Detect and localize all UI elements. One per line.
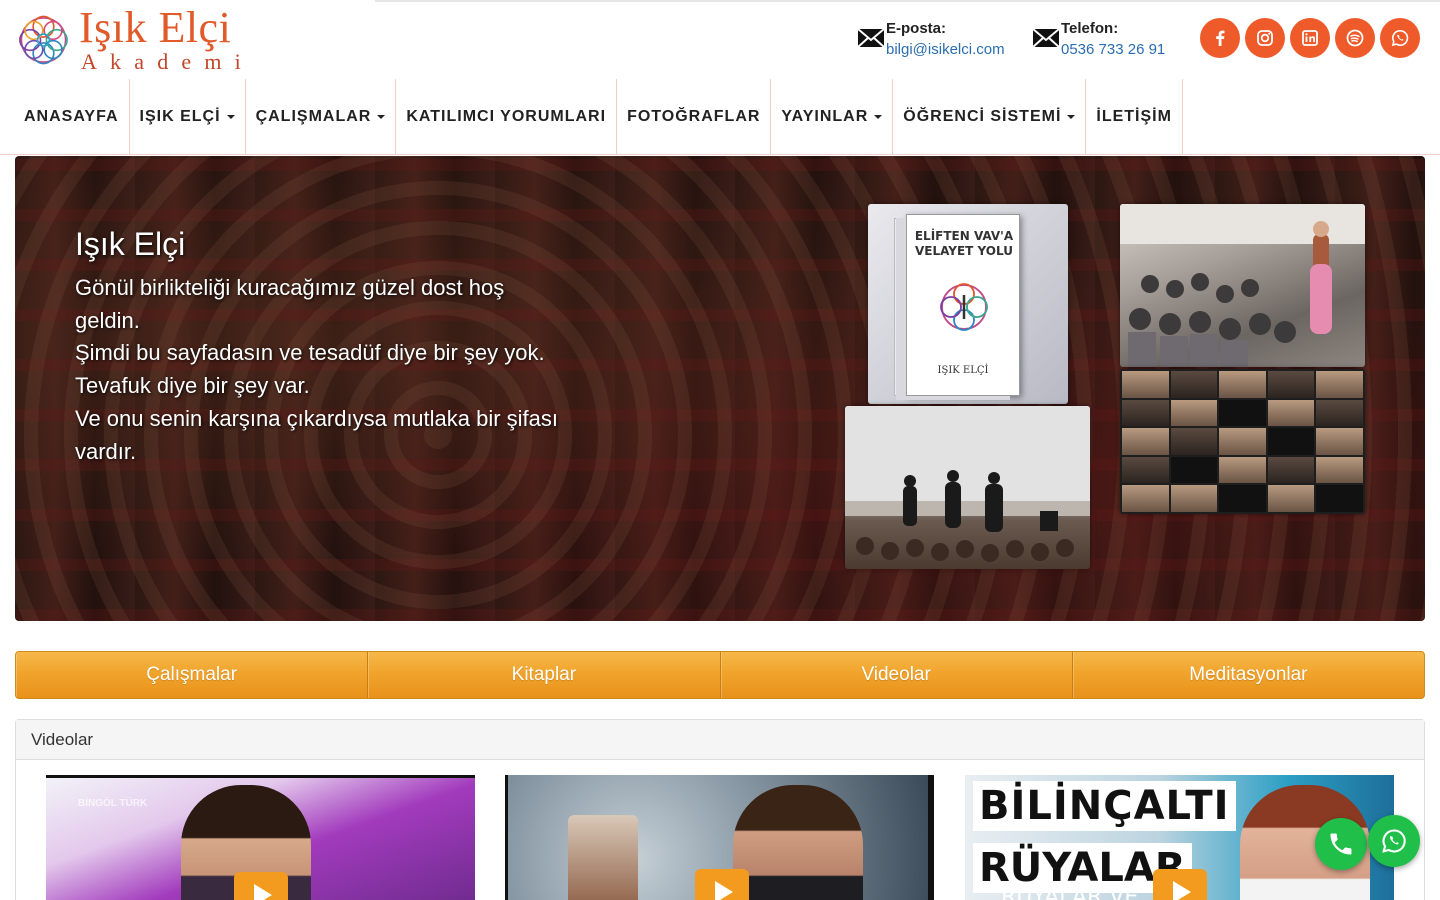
nav-label: YAYINLAR [781, 108, 869, 125]
nav-label: ANASAYFA [24, 108, 119, 125]
nav-item-anasayfa[interactable]: ANASAYFA [14, 79, 130, 155]
nav-label: KATILIMCI YORUMLARI [406, 108, 607, 125]
hero-line: vardır. [75, 438, 137, 464]
video-overlay-title: BİLİNÇALTI [973, 781, 1236, 831]
logo-subtitle: Akademi [80, 49, 254, 74]
caret-down-icon [226, 115, 235, 119]
hero-line: Şimdi bu sayfadasın ve tesadüf diye bir … [75, 340, 545, 366]
seminar-photo-2[interactable] [845, 406, 1090, 569]
tab-videolar[interactable]: Videolar [721, 652, 1073, 698]
vase-decoration [568, 815, 638, 900]
video-thumbnail-1[interactable]: BİNGÖL TÜRK [46, 775, 475, 900]
nav-item-iletisim[interactable]: İLETİŞİM [1086, 79, 1183, 155]
play-button-icon[interactable] [234, 872, 288, 900]
logo-emblem-icon [19, 15, 68, 65]
spotify-icon[interactable] [1335, 18, 1375, 58]
contact-phone: Telefon: 0536 733 26 91 [1032, 19, 1165, 61]
instagram-icon[interactable] [1245, 18, 1285, 58]
envelope-icon [857, 28, 885, 48]
book-author: IŞIK ELÇİ [937, 365, 989, 376]
tab-calismalar[interactable]: Çalışmalar [16, 652, 369, 698]
social-links [1200, 18, 1420, 58]
facebook-icon[interactable] [1200, 18, 1240, 58]
presenter-figure [733, 785, 863, 900]
channel-logo: BİNGÖL TÜRK [78, 798, 148, 809]
hero-line: Ve onu senin karşına çıkardıysa mutlaka … [75, 405, 559, 431]
caret-down-icon [874, 115, 883, 119]
hero-title: Işık Elçi [75, 226, 186, 262]
header-top-line [375, 0, 1440, 2]
whatsapp-icon [1382, 829, 1406, 853]
logo-name: Işık Elçi [78, 3, 232, 52]
hero-line: Tevafuk diye bir şey var. [75, 373, 310, 399]
email-label: E-posta: [886, 20, 946, 37]
nav-item-ogrenci-sistemi[interactable]: ÖĞRENCİ SİSTEMİ [893, 79, 1087, 155]
tab-kitaplar[interactable]: Kitaplar [368, 652, 721, 698]
phone-icon [1330, 833, 1352, 855]
nav-label: FOTOĞRAFLAR [627, 108, 761, 125]
envelope-icon [1032, 28, 1060, 48]
nav-label: IŞIK ELÇİ [139, 108, 221, 125]
play-button-icon[interactable] [1153, 869, 1207, 900]
book-emblem-icon [940, 283, 988, 331]
panel-title: Videolar [16, 720, 1424, 760]
nav-label: ÖĞRENCİ SİSTEMİ [903, 108, 1062, 125]
nav-item-fotograflar[interactable]: FOTOĞRAFLAR [617, 79, 772, 155]
linkedin-icon[interactable] [1290, 18, 1330, 58]
video-thumbnail-2[interactable] [505, 775, 934, 900]
tab-meditasyonlar[interactable]: Meditasyonlar [1073, 652, 1424, 698]
phone-label: Telefon: [1061, 20, 1119, 37]
nav-item-yayinlar[interactable]: YAYINLAR [771, 79, 894, 155]
main-navigation: ANASAYFA IŞIK ELÇİ ÇALIŞMALAR KATILIMCI … [0, 79, 1440, 155]
phone-link[interactable]: 0536 733 26 91 [1061, 39, 1165, 61]
book-title-line2: VELAYET YOLU [915, 244, 1013, 258]
caret-down-icon [377, 115, 386, 119]
nav-item-katilimci-yorumlari[interactable]: KATILIMCI YORUMLARI [396, 79, 618, 155]
book-cover: ELİFTEN VAV'A VELAYET YOLU IŞIK ELÇİ [906, 214, 1020, 396]
book-cover-image[interactable]: ELİFTEN VAV'A VELAYET YOLU IŞIK ELÇİ [868, 204, 1068, 404]
call-button[interactable] [1315, 818, 1367, 870]
nav-item-calismalar[interactable]: ÇALIŞMALAR [246, 79, 397, 155]
contact-email: E-posta: bilgi@isikelci.com [857, 19, 1005, 61]
seminar-photo-1[interactable] [1120, 204, 1365, 367]
book-title-line1: ELİFTEN VAV'A [914, 229, 1014, 243]
whatsapp-chat-button[interactable] [1368, 815, 1420, 867]
video-overlay-subtitle: RÜYALAR VE [1001, 885, 1139, 900]
hero-banner: Işık Elçi Gönül birlikteliği kuracağımız… [15, 156, 1425, 621]
whatsapp-icon[interactable] [1380, 18, 1420, 58]
online-session-grid-photo[interactable] [1120, 369, 1365, 514]
videos-panel: Videolar BİNGÖL TÜRK BİLİNÇALTI RÜYALAR … [15, 719, 1425, 900]
play-button-icon[interactable] [695, 869, 749, 900]
nav-item-isik-elci[interactable]: IŞIK ELÇİ [130, 79, 246, 155]
nav-label: İLETİŞİM [1096, 108, 1172, 125]
hero-line: Gönül birlikteliği kuracağımız güzel dos… [75, 275, 505, 300]
site-logo[interactable]: Işık Elçi Akademi [14, 0, 254, 80]
hero-text: Işık Elçi Gönül birlikteliği kuracağımız… [75, 226, 595, 468]
caret-down-icon [1067, 115, 1076, 119]
nav-label: ÇALIŞMALAR [255, 108, 372, 125]
hero-line: geldin. [75, 307, 140, 333]
email-link[interactable]: bilgi@isikelci.com [886, 39, 1005, 61]
category-tabs: Çalışmalar Kitaplar Videolar Meditasyonl… [15, 651, 1425, 699]
